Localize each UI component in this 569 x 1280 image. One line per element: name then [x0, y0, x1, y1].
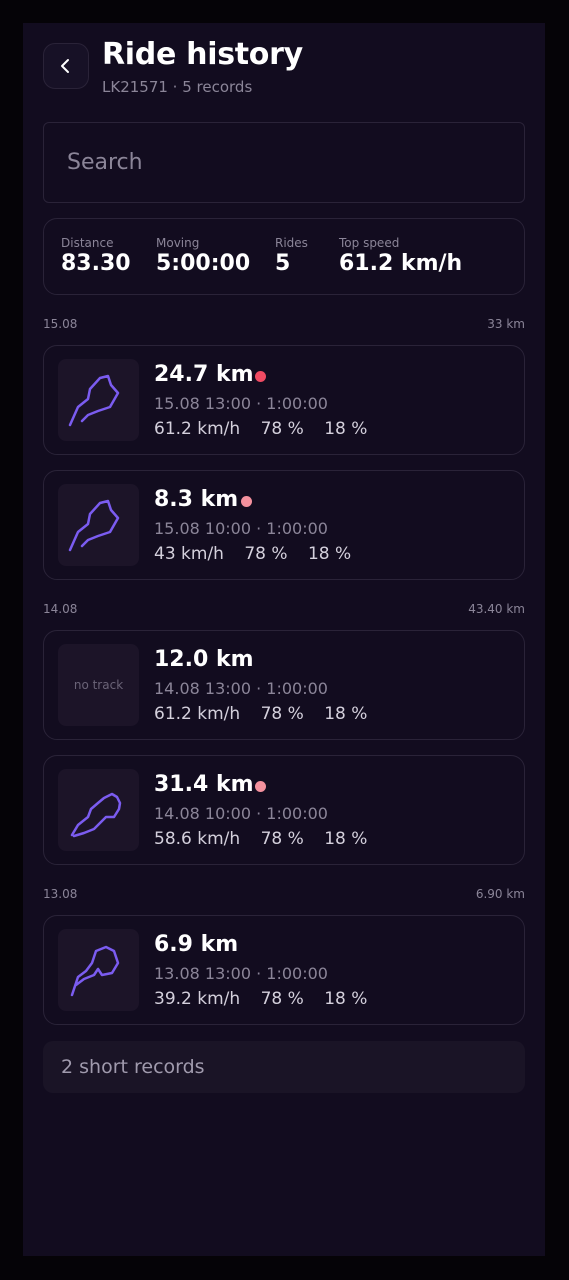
- ride-distance: 6.9 km: [154, 932, 239, 957]
- stat-distance-value: 83.30: [61, 251, 131, 276]
- stat-moving-label: Moving: [156, 236, 200, 250]
- ride-time: 13.08 13:00 · 1:00:00: [154, 964, 328, 983]
- ride-time: 15.08 13:00 · 1:00:00: [154, 394, 328, 413]
- stat-rides: Rides 5: [275, 236, 308, 276]
- day-header: 15.08 33 km: [43, 317, 525, 331]
- ride-metrics: 61.2 km/h 78 % 18 %: [154, 419, 382, 439]
- stat-moving: Moving 5:00:00: [156, 236, 250, 276]
- short-records-button[interactable]: 2 short records: [43, 1041, 525, 1093]
- ride-top-speed: 61.2 km/h: [154, 704, 241, 724]
- ride-metric-2: 18 %: [324, 829, 368, 849]
- stat-top-speed-value: 61.2 km/h: [339, 251, 463, 276]
- ride-card[interactable]: 24.7 km 15.08 13:00 · 1:00:00 61.2 km/h …: [43, 345, 525, 455]
- stat-distance-label: Distance: [61, 236, 114, 250]
- ride-metric-2: 18 %: [324, 419, 368, 439]
- day-date: 15.08: [43, 317, 78, 331]
- track-thumbnail: [58, 484, 139, 566]
- stats-summary: Distance 83.30 Moving 5:00:00 Rides 5 To…: [43, 218, 525, 295]
- stat-top-speed: Top speed 61.2 km/h: [339, 236, 462, 276]
- ride-metrics: 43 km/h 78 % 18 %: [154, 544, 366, 564]
- stat-rides-value: 5: [275, 251, 291, 276]
- day-total: 43.40 km: [468, 602, 525, 616]
- page-title: Ride history: [102, 37, 303, 72]
- chevron-left-icon: [61, 59, 69, 73]
- stat-moving-value: 5:00:00: [156, 251, 251, 276]
- day-date: 13.08: [43, 887, 78, 901]
- ride-distance: 31.4 km: [154, 772, 254, 797]
- ride-metric-2: 18 %: [324, 704, 368, 724]
- stat-top-speed-label: Top speed: [339, 236, 400, 250]
- short-records-label: 2 short records: [61, 1056, 205, 1078]
- ride-top-speed: 61.2 km/h: [154, 419, 241, 439]
- day-header: 14.08 43.40 km: [43, 602, 525, 616]
- day-total: 6.90 km: [475, 887, 525, 901]
- status-dot: [255, 371, 266, 382]
- ride-metric-1: 78 %: [260, 419, 304, 439]
- ride-metric-2: 18 %: [307, 544, 352, 564]
- ride-distance: 24.7 km: [154, 362, 254, 387]
- day-total: 33 km: [487, 317, 525, 331]
- ride-card[interactable]: 6.9 km 13.08 13:00 · 1:00:00 39.2 km/h 7…: [43, 915, 525, 1025]
- track-thumbnail: no track: [58, 644, 139, 726]
- track-thumbnail: [58, 359, 139, 441]
- ride-card[interactable]: 31.4 km 14.08 10:00 · 1:00:00 58.6 km/h …: [43, 755, 525, 865]
- route-track-icon: [70, 792, 122, 838]
- status-dot: [255, 781, 266, 792]
- track-thumbnail: [58, 769, 139, 851]
- ride-top-speed: 58.6 km/h: [154, 829, 241, 849]
- search-input[interactable]: [43, 122, 525, 203]
- ride-metric-1: 78 %: [260, 829, 304, 849]
- back-button[interactable]: [43, 43, 89, 89]
- no-track-label: no track: [73, 678, 124, 692]
- stat-rides-label: Rides: [275, 236, 308, 250]
- ride-metric-1: 78 %: [260, 704, 304, 724]
- ride-metric-2: 18 %: [324, 989, 368, 1009]
- ride-distance: 8.3 km: [154, 487, 239, 512]
- page-subtitle: LK21571 · 5 records: [102, 78, 253, 96]
- ride-time: 14.08 13:00 · 1:00:00: [154, 679, 328, 698]
- ride-top-speed: 39.2 km/h: [154, 989, 241, 1009]
- ride-metrics: 61.2 km/h 78 % 18 %: [154, 704, 382, 724]
- ride-metrics: 58.6 km/h 78 % 18 %: [154, 829, 382, 849]
- ride-distance: 12.0 km: [154, 647, 254, 672]
- ride-history-screen: Ride history LK21571 · 5 records Distanc…: [23, 23, 545, 1256]
- track-thumbnail: [58, 929, 139, 1011]
- stat-distance: Distance 83.30: [61, 236, 131, 276]
- day-header: 13.08 6.90 km: [43, 887, 525, 901]
- ride-card[interactable]: 8.3 km 15.08 10:00 · 1:00:00 43 km/h 78 …: [43, 470, 525, 580]
- ride-time: 15.08 10:00 · 1:00:00: [154, 519, 328, 538]
- ride-card[interactable]: no track 12.0 km 14.08 13:00 · 1:00:00 6…: [43, 630, 525, 740]
- ride-metrics: 39.2 km/h 78 % 18 %: [154, 989, 382, 1009]
- status-dot: [241, 496, 252, 507]
- ride-time: 14.08 10:00 · 1:00:00: [154, 804, 328, 823]
- route-track-icon: [70, 945, 120, 997]
- ride-metric-1: 78 %: [244, 544, 288, 564]
- ride-metric-1: 78 %: [260, 989, 304, 1009]
- route-track-icon: [68, 499, 120, 552]
- day-date: 14.08: [43, 602, 78, 616]
- ride-top-speed: 43 km/h: [154, 544, 224, 564]
- route-track-icon: [68, 374, 120, 427]
